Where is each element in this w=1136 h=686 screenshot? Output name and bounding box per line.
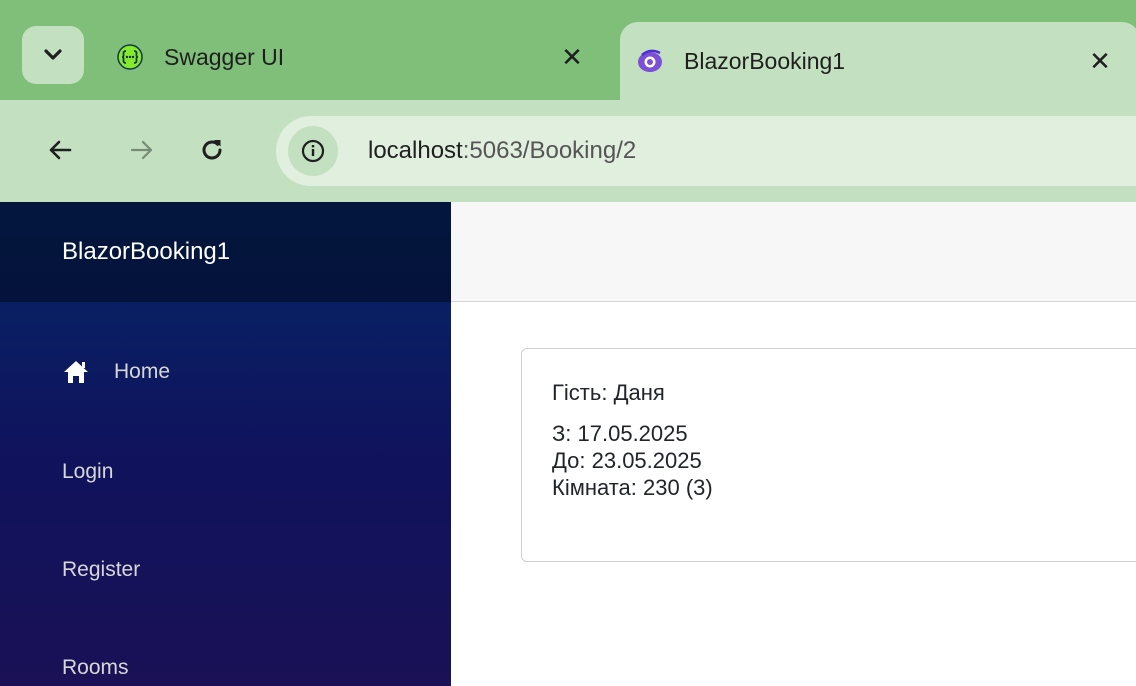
brand-bar: BlazorBooking1 <box>0 202 451 302</box>
blazor-icon <box>636 47 664 75</box>
chevron-down-icon <box>44 49 62 60</box>
browser-toolbar: localhost:5063/Booking/2 <box>0 100 1136 202</box>
nav-item-label: Rooms <box>62 656 129 679</box>
nav-item-login[interactable]: Login <box>62 452 113 492</box>
top-row <box>451 202 1136 302</box>
nav-item-label: Home <box>114 360 171 383</box>
booking-guest: Гість: Даня <box>552 380 665 405</box>
nav-item-label: Login <box>62 460 114 483</box>
booking-room: Кімната: 230 (3) <box>552 475 713 500</box>
booking-card: Гість: Даня З: 17.05.2025 До: 23.05.2025… <box>521 348 1136 562</box>
tab-title: BlazorBooking1 <box>684 47 846 74</box>
reload-button[interactable] <box>192 130 232 170</box>
tab-blazorbooking1[interactable]: BlazorBooking1 ✕ <box>620 22 1136 100</box>
close-icon[interactable]: ✕ <box>554 39 590 75</box>
url-path: :5063/Booking/2 <box>462 137 637 164</box>
arrow-right-icon <box>130 140 153 160</box>
browser-tabstrip: Swagger UI ✕ BlazorBooking1 ✕ <box>0 0 1136 100</box>
reload-icon <box>202 140 222 160</box>
tab-swagger-ui[interactable]: Swagger UI ✕ <box>100 22 610 92</box>
nav-item-label: Register <box>62 558 141 581</box>
booking-card-body: Гість: Даня З: 17.05.2025 До: 23.05.2025… <box>522 349 1136 501</box>
booking-date-from: З: 17.05.2025 <box>552 421 688 446</box>
app-brand[interactable]: BlazorBooking1 <box>62 238 230 266</box>
main-content: Гість: Даня З: 17.05.2025 До: 23.05.2025… <box>451 302 1136 686</box>
nav-item-rooms[interactable]: Rooms <box>62 648 129 686</box>
url-text[interactable]: localhost:5063/Booking/2 <box>368 137 636 165</box>
nav-item-home[interactable]: Home <box>62 352 170 392</box>
nav-item-register[interactable]: Register <box>62 550 140 590</box>
site-info-button[interactable] <box>288 126 338 176</box>
home-icon <box>64 361 88 383</box>
arrow-left-icon <box>49 140 72 160</box>
sidebar: BlazorBooking1 Home Login Register Rooms <box>0 202 451 686</box>
close-icon[interactable]: ✕ <box>1082 43 1118 79</box>
url-host: localhost <box>368 137 463 164</box>
back-button[interactable] <box>40 130 80 170</box>
tab-search-button[interactable] <box>22 26 84 84</box>
address-bar[interactable]: localhost:5063/Booking/2 <box>276 116 1136 186</box>
swagger-icon <box>116 43 144 71</box>
booking-date-to: До: 23.05.2025 <box>552 448 702 473</box>
forward-button[interactable] <box>122 130 162 170</box>
tab-title: Swagger UI <box>164 43 285 70</box>
info-icon <box>301 139 325 163</box>
